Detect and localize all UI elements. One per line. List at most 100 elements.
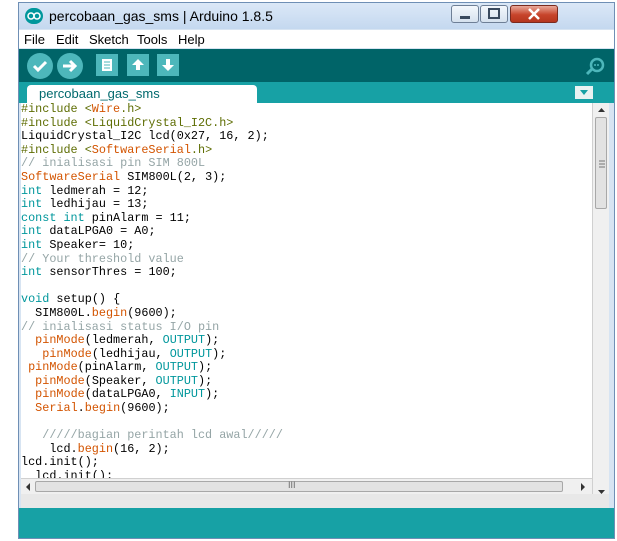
code-line[interactable]: // inialisasi pin SIM 800L [21,157,592,171]
horizontal-scroll-thumb[interactable]: III [35,480,563,492]
code-line[interactable]: #include <LiquidCrystal_I2C.h> [21,115,592,131]
code-token: int [21,265,43,280]
code-line[interactable]: pinMode(ledmerah, OUTPUT); [21,333,592,348]
code-token: INPUT [169,387,206,402]
maximize-button[interactable] [480,5,508,23]
code-line[interactable]: void setup() { [21,293,592,307]
code-line[interactable]: int sensorThres = 100; [21,265,592,280]
code-line[interactable]: int ledhijau = 13; [21,197,592,212]
code-token: . [77,401,85,416]
grip-icon [599,160,605,168]
code-line[interactable]: const int pinAlarm = 11; [21,211,592,226]
code-line[interactable]: int dataLPGA0 = A0; [21,225,592,239]
serial-monitor-button[interactable] [584,56,608,76]
code-area[interactable]: #include <Wire.h> #include <LiquidCrystal… [21,103,592,484]
code-line[interactable]: // Your threshold value [21,252,592,267]
code-line[interactable]: pinMode(pinAlarm, OUTPUT); [21,360,592,375]
menu-tools[interactable]: Tools [137,32,167,47]
scroll-left-arrow-icon[interactable] [22,480,34,494]
scroll-up-arrow-icon[interactable] [593,104,610,116]
code-token: lcd. [21,441,78,456]
code-line[interactable]: #include <SoftwareSerial.h> [21,142,592,158]
tab-bar: percobaan_gas_sms [19,82,614,103]
code-line[interactable]: pinMode(Speaker, OUTPUT); [21,373,592,389]
code-line[interactable]: pinMode(dataLPGA0, INPUT); [21,388,592,402]
status-bar [19,508,614,538]
code-line[interactable]: lcd.init(); [21,456,592,470]
upload-icon [63,59,78,73]
code-token: begin [91,305,128,320]
toolbar [19,49,614,82]
tab-sketch[interactable]: percobaan_gas_sms [27,85,257,103]
horizontal-scrollbar[interactable]: III [21,478,592,494]
code-token: LiquidCrystal_I2C lcd(0x27, 16, 2); [21,129,269,144]
arduino-logo-icon [25,8,43,24]
code-token: .h> [190,142,213,157]
code-token: dataLPGA0 = A0; [42,224,156,239]
code-editor[interactable]: #include <Wire.h> #include <LiquidCrystal… [21,103,592,501]
code-token: SIM800L. [21,305,92,320]
code-token: OUTPUT [155,360,199,375]
code-line[interactable]: int Speaker= 10; [21,237,592,253]
code-token: ledhijau = 13; [42,197,149,212]
code-line[interactable] [21,416,592,430]
code-token: (ledmerah, [84,333,163,348]
code-token: pinMode [35,373,85,388]
code-line[interactable]: lcd.begin(16, 2); [21,441,592,457]
new-sketch-button[interactable] [96,54,118,76]
code-token: #include <LiquidCrystal_I2C.h> [21,115,234,130]
vertical-scrollbar[interactable] [592,103,609,501]
code-token: Speaker= 10; [42,237,135,252]
code-token: ); [198,373,213,388]
code-token: #include < [21,142,92,157]
scroll-right-arrow-icon[interactable] [577,480,589,494]
code-line[interactable]: LiquidCrystal_I2C lcd(0x27, 16, 2); [21,129,592,144]
code-token: // inialisasi pin SIM 800L [21,156,206,171]
editor-divider[interactable] [21,494,609,508]
code-line[interactable]: #include <Wire.h> [21,103,592,117]
code-token: ); [212,346,227,361]
menu-edit[interactable]: Edit [56,32,78,47]
menu-help[interactable]: Help [178,32,205,47]
save-button[interactable] [157,54,179,76]
code-line[interactable]: /////bagian perintah lcd awal///// [21,428,592,443]
code-token: ); [205,333,220,348]
code-line[interactable]: // inialisasi status I/O pin [21,319,592,335]
arduino-ide-window: percobaan_gas_sms | Arduino 1.8.5 File E… [18,2,615,539]
code-token: // inialisasi status I/O pin [21,319,220,334]
maximize-icon [488,8,500,19]
verify-button[interactable] [27,53,53,79]
code-line[interactable]: int ledmerah = 12; [21,183,592,199]
upload-button[interactable] [57,53,83,79]
code-token: (ledhijau, [91,346,170,361]
minimize-button[interactable] [451,5,479,23]
code-token: lcd.init(); [21,455,99,470]
code-token: ledmerah = 12; [42,183,149,198]
code-line[interactable]: Serial.begin(9600); [21,401,592,416]
open-button[interactable] [127,54,149,76]
code-line[interactable]: SoftwareSerial SIM800L(2, 3); [21,170,592,185]
open-icon [132,59,144,70]
chevron-down-icon [580,90,588,95]
code-token: Wire [91,103,121,116]
code-token: begin [84,401,121,416]
code-token: SoftwareSerial [91,142,191,157]
code-line[interactable]: SIM800L.begin(9600); [21,305,592,321]
code-line[interactable] [21,280,592,294]
vertical-scroll-thumb[interactable] [595,117,607,209]
code-token: pinMode [28,360,78,375]
close-button[interactable] [510,5,558,23]
title-bar[interactable]: percobaan_gas_sms | Arduino 1.8.5 [19,3,614,29]
menu-file[interactable]: File [24,32,45,47]
window-title: percobaan_gas_sms | Arduino 1.8.5 [49,8,273,24]
code-token: int [21,237,43,252]
tab-menu-button[interactable] [575,86,593,99]
code-line[interactable]: pinMode(ledhijau, OUTPUT); [21,346,592,362]
menu-sketch[interactable]: Sketch [89,32,129,47]
code-token: ); [205,387,220,402]
code-token: .h> [120,103,142,116]
minimize-icon [460,16,470,19]
